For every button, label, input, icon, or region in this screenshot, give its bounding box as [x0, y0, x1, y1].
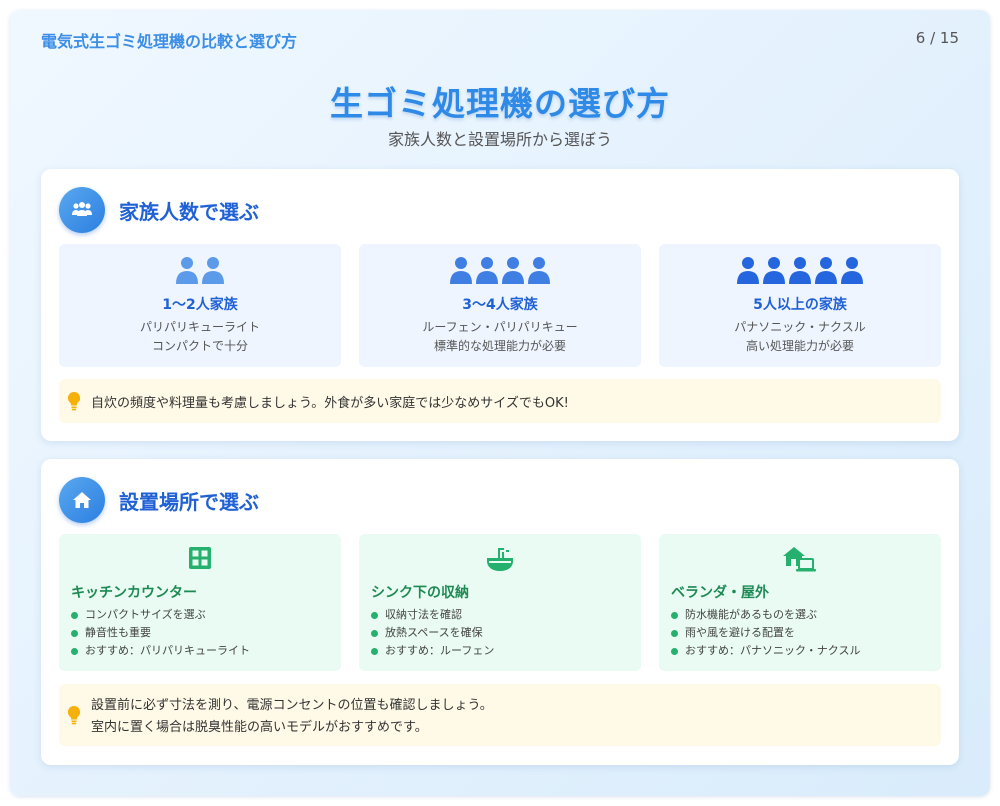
location-option-point: 静音性も重要 [71, 624, 250, 642]
location-option-point: 収納寸法を確認 [371, 606, 494, 624]
family-tip-box: 自炊の頻度や料理量も考慮しましょう。外食が多い家庭では少なめサイズでもOK! [59, 379, 941, 423]
people-4-icon [359, 256, 641, 284]
family-tip-text: 自炊の頻度や料理量も考慮しましょう。外食が多い家庭では少なめサイズでもOK! [91, 396, 569, 411]
location-tip-line-1: 設置前に必ず寸法を測り、電源コンセントの位置も確認しましょう。 [91, 698, 493, 713]
home-icon [59, 477, 105, 523]
location-option-kitchen-counter: キッチンカウンター コンパクトサイズを選ぶ 静音性も重要 おすすめ：パリパリキュ… [59, 534, 341, 671]
location-option-under-sink: シンク下の収納 収納寸法を確認 放熱スペースを確保 おすすめ：ルーフェン [359, 534, 641, 671]
slide: 電気式生ゴミ処理機の比較と選び方 6 / 15 生ゴミ処理機の選び方 家族人数と… [10, 10, 990, 796]
location-option-point: コンパクトサイズを選ぶ [71, 606, 250, 624]
location-tip-line-2: 室内に置く場合は脱臭性能の高いモデルがおすすめです。 [91, 720, 428, 735]
location-option-point: おすすめ：ルーフェン [371, 642, 494, 660]
family-option-label: 3〜4人家族 [462, 297, 538, 313]
location-option-point: おすすめ：パリパリキューライト [71, 642, 250, 660]
location-option-point: 防水機能があるものを選ぶ [671, 606, 860, 624]
house-laptop-icon [659, 546, 941, 572]
family-option-product: ルーフェン・パリパリキュー [422, 320, 578, 334]
location-tip-box: 設置前に必ず寸法を測り、電源コンセントの位置も確認しましょう。 室内に置く場合は… [59, 684, 941, 746]
family-option-note: 高い処理能力が必要 [745, 339, 854, 353]
presentation-title: 電気式生ゴミ処理機の比較と選び方 [41, 32, 298, 51]
lightbulb-icon [67, 391, 81, 415]
location-section-title: 設置場所で選ぶ [119, 490, 259, 514]
location-option-title: キッチンカウンター [71, 585, 197, 601]
family-section-title: 家族人数で選ぶ [119, 200, 259, 224]
people-5-icon [659, 256, 941, 284]
location-option-title: シンク下の収納 [371, 585, 469, 601]
family-size-card: 家族人数で選ぶ 1〜2人家族 パリパリキューライト コンパクトで十分 3〜4人家… [41, 169, 959, 441]
people-2-icon [59, 256, 341, 284]
location-option-point: 放熱スペースを確保 [371, 624, 494, 642]
slide-title: 生ゴミ処理機の選び方 [330, 84, 670, 123]
slide-subtitle: 家族人数と設置場所から選ぼう [387, 130, 612, 149]
location-option-point: おすすめ：パナソニック・ナクスル [671, 642, 860, 660]
family-option-note: 標準的な処理能力が必要 [433, 339, 566, 353]
family-option-product: パナソニック・ナクスル [734, 320, 866, 334]
location-option-balcony-outdoor: ベランダ・屋外 防水機能があるものを選ぶ 雨や風を避ける配置を おすすめ：パナソ… [659, 534, 941, 671]
family-option-3-4: 3〜4人家族 ルーフェン・パリパリキュー 標準的な処理能力が必要 [359, 244, 641, 367]
family-option-label: 1〜2人家族 [162, 297, 238, 313]
lightbulb-icon [67, 705, 81, 729]
family-option-product: パリパリキューライト [139, 320, 260, 334]
location-option-point: 雨や風を避ける配置を [671, 624, 860, 642]
family-option-label: 5人以上の家族 [753, 297, 847, 313]
installation-location-card: 設置場所で選ぶ キッチンカウンター コンパクトサイズを選ぶ 静音性も重要 おすす… [41, 459, 959, 765]
family-option-1-2: 1〜2人家族 パリパリキューライト コンパクトで十分 [59, 244, 341, 367]
users-icon [59, 187, 105, 233]
family-option-note: コンパクトで十分 [151, 339, 248, 353]
page-number: 6 / 15 [915, 29, 959, 47]
sink-icon [359, 546, 641, 572]
location-option-title: ベランダ・屋外 [671, 585, 769, 601]
family-option-5plus: 5人以上の家族 パナソニック・ナクスル 高い処理能力が必要 [659, 244, 941, 367]
grid-icon [59, 546, 341, 570]
